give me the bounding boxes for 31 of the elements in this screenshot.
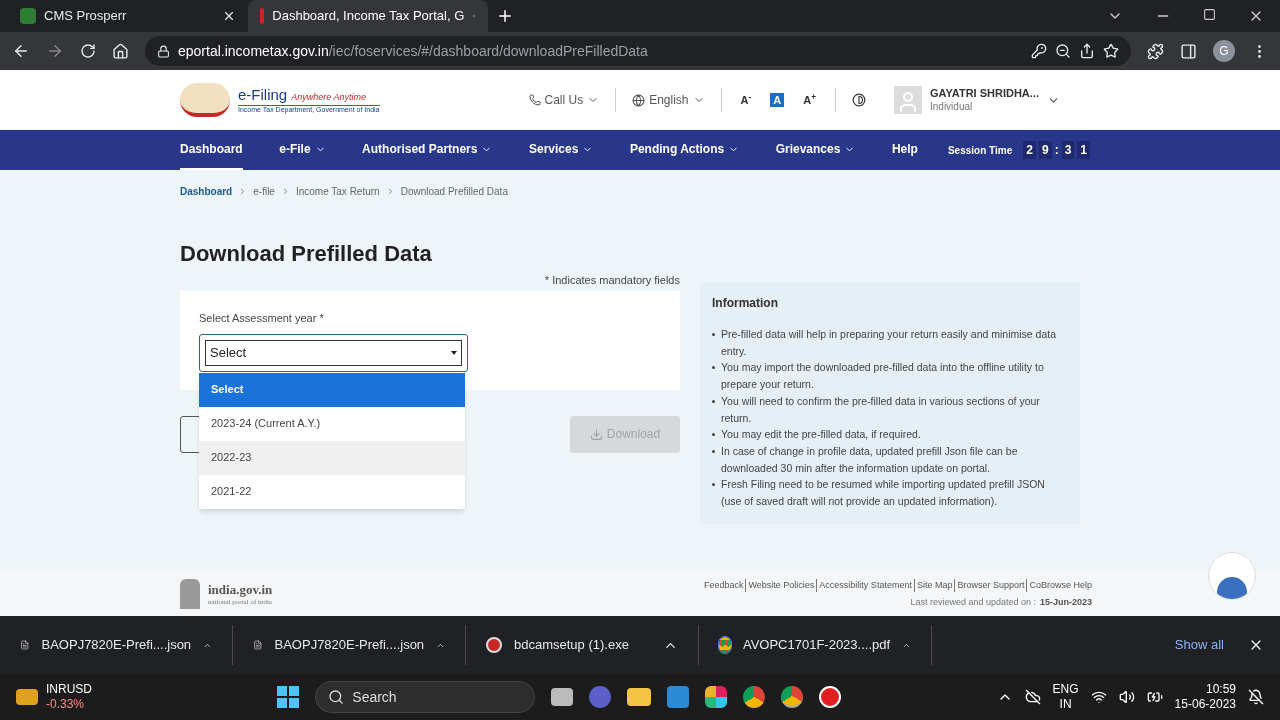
user-role: Individual — [930, 100, 974, 114]
info-item: You may import the downloaded pre-filled data into the offline utility to prepare your return. — [721, 360, 1045, 393]
info-item: You will need to confirm the pre-filled data in various sections of your return. — [721, 393, 1041, 426]
session-digit: : — [1054, 142, 1059, 159]
session-digit: 1 — [1077, 141, 1090, 159]
tab-title: Dashboard, Income Tax Portal, G — [272, 7, 465, 26]
info-title: Information — [712, 295, 779, 312]
ticker-symbol: INRUSD — [46, 682, 92, 697]
logo-title: e-Filing — [238, 85, 288, 105]
tab-title: CMS Prosperr — [44, 7, 128, 26]
user-name: GAYATRI SHRIDHA... — [930, 86, 1039, 101]
info-item: You may edit the pre-filled data, if required. — [721, 427, 921, 443]
updated-label: Last reviewed and updated on : — [910, 596, 1036, 609]
url-text: eportal.incometax.gov.in/iec/foservices/#/dashboard/downloadPreFilledData — [178, 41, 649, 61]
field-label: Select Assessment year * — [199, 310, 325, 326]
breadcrumb-item: Income Tax Return — [295, 185, 380, 199]
logo-tagline: Anywhere Anytime — [291, 91, 366, 103]
info-item: Fresh Filing need to be resumed while importing updated prefill JSON (use of saved draft will not provide an updated information). — [721, 477, 1046, 510]
info-item: In case of change in profile data, updated prefill Json file can be downloaded 30 min after the information update on portal. — [721, 443, 1019, 476]
page-title: Download Prefilled Data — [180, 240, 433, 268]
breadcrumb-item: Download Prefilled Data — [400, 185, 508, 199]
ticker-change: -0.33% — [46, 697, 86, 712]
breadcrumb-item: e-file — [253, 185, 275, 199]
session-digit: 2 — [1023, 141, 1036, 159]
session-label: Session Time — [947, 143, 1013, 158]
info-item: Pre-filled data will help in preparing your return easily and minimise data entry. — [721, 327, 1057, 359]
site-name: india.gov.in — [208, 581, 273, 598]
session-digit: 9 — [1038, 141, 1052, 159]
updated-date: 15-Jun-2023 — [1039, 596, 1092, 609]
session-digit: 3 — [1061, 141, 1075, 159]
mandatory-note: * Indicates mandatory fields — [544, 273, 680, 288]
